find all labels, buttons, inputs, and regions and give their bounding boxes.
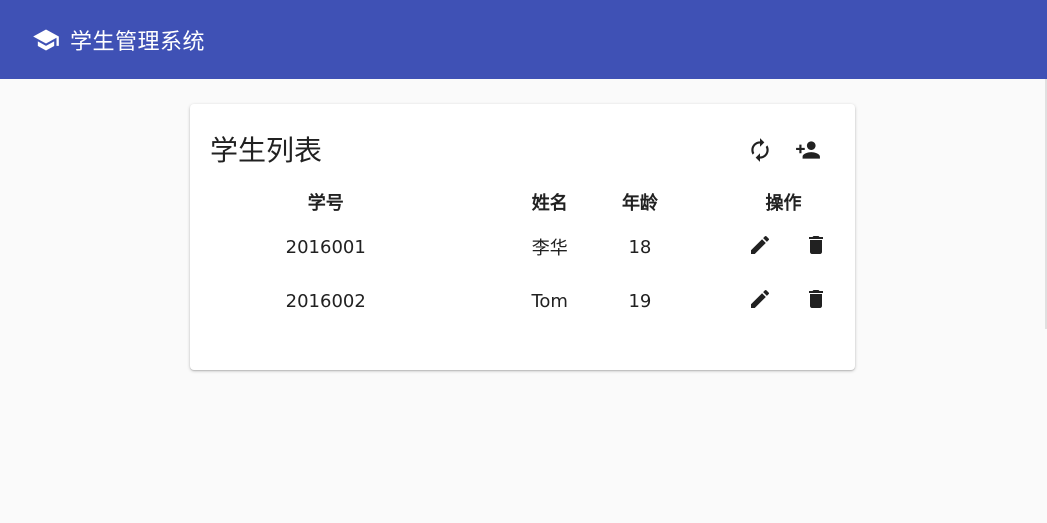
- student-list-card: 学生列表 学号 姓名 年龄 操作 2016001 李华 18 2016002 T…: [190, 104, 855, 370]
- header-actions: 操作: [765, 193, 802, 214]
- person-add-icon: [795, 137, 821, 167]
- cell-name: 李华: [531, 238, 568, 259]
- edit-button[interactable]: [741, 228, 779, 266]
- card-title: 学生列表: [210, 134, 323, 167]
- table-header-row: 学号 姓名 年龄 操作: [190, 184, 855, 220]
- delete-icon: [804, 287, 828, 316]
- cell-age: 19: [628, 290, 652, 312]
- app-title: 学生管理系统: [70, 29, 206, 55]
- edit-button[interactable]: [741, 282, 779, 320]
- table-row: 2016002 Tom 19: [190, 274, 855, 328]
- edit-icon: [748, 287, 772, 316]
- cell-name: Tom: [531, 290, 568, 312]
- delete-icon: [804, 233, 828, 262]
- delete-button[interactable]: [797, 228, 835, 266]
- refresh-icon: [747, 137, 773, 167]
- cell-age: 18: [628, 236, 652, 258]
- add-student-button[interactable]: [790, 134, 826, 170]
- cell-student-id: 2016002: [285, 290, 366, 312]
- cell-actions: [712, 274, 855, 328]
- header-age: 年龄: [621, 193, 658, 214]
- refresh-button[interactable]: [742, 134, 778, 170]
- delete-button[interactable]: [797, 282, 835, 320]
- table-row: 2016001 李华 18: [190, 220, 855, 274]
- student-table: 学号 姓名 年龄 操作 2016001 李华 18 2016002 Tom 19: [190, 184, 855, 328]
- cell-actions: [712, 220, 855, 274]
- cell-student-id: 2016001: [285, 236, 366, 258]
- app-bar: 学生管理系统: [0, 0, 1047, 79]
- header-name: 姓名: [531, 193, 568, 214]
- school-icon: [31, 25, 61, 55]
- header-student-id: 学号: [307, 193, 344, 214]
- edit-icon: [748, 233, 772, 262]
